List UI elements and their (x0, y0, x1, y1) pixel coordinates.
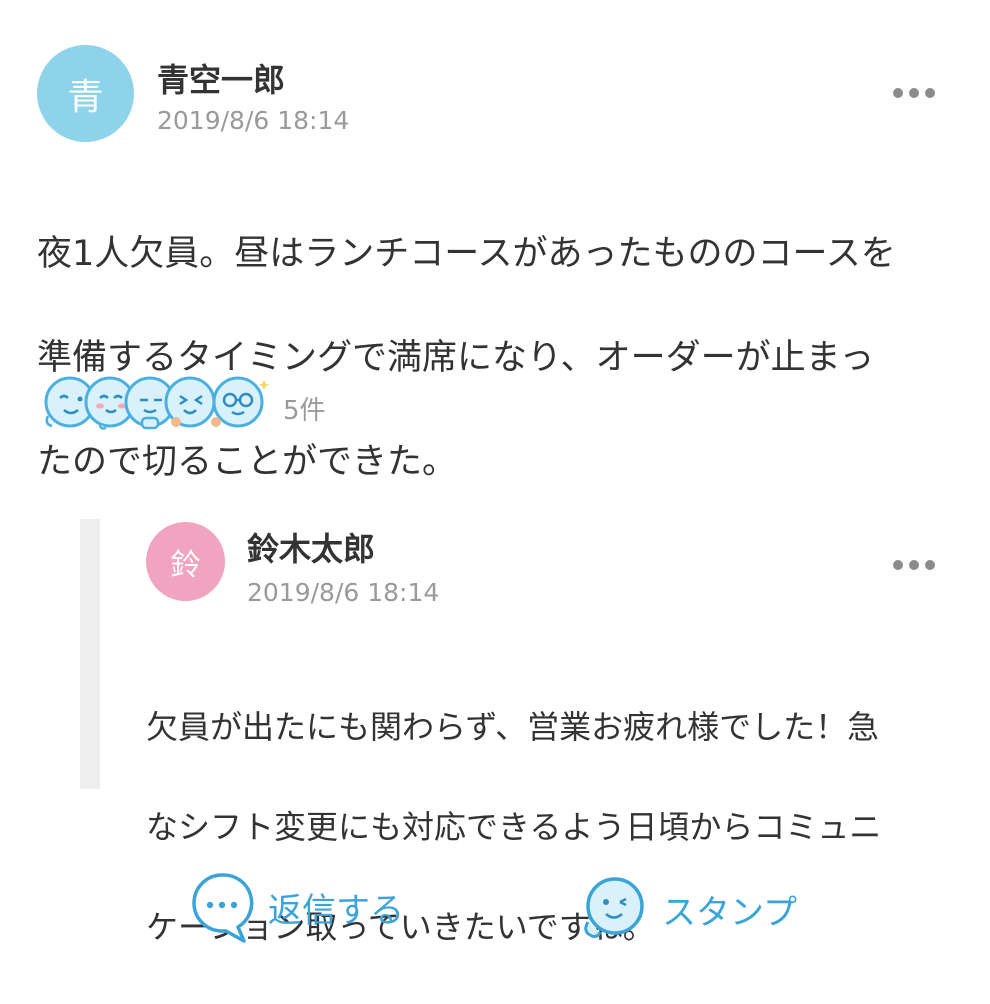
post-body: 夜1人欠員。昼はランチコースがあったもののコースを 準備するタイミングで満席にな… (37, 176, 896, 540)
author-name[interactable]: 青空一郎 (157, 55, 285, 101)
reply-thread-bar (80, 519, 100, 789)
reply-author-name[interactable]: 鈴木太郎 (247, 524, 375, 570)
author-avatar-initial: 青 (67, 76, 104, 118)
stamp-face-glasses-icon (211, 376, 270, 428)
reply-button-label: 返信する (268, 890, 404, 931)
stamp-button[interactable]: スタンプ (578, 874, 797, 944)
reply-body-line: なシフト変更にも対応できるよう日頃からコミュニ (146, 808, 882, 846)
stamp-button-label: スタンプ (662, 892, 797, 933)
reply-body-line: 欠員が出たにも関わらず、営業お疲れ様でした！急 (146, 708, 880, 746)
author-avatar[interactable]: 青 (37, 45, 134, 142)
more-dots-icon (893, 560, 903, 570)
reply-timestamp: 2019/8/6 18:14 (247, 578, 440, 607)
stamp-face-cheer-icon (164, 376, 216, 428)
reply-more-button[interactable] (889, 556, 939, 574)
reply-body: 欠員が出たにも関わらず、営業お疲れ様でした！急 なシフト変更にも対応できるよう日… (146, 652, 881, 1002)
smiley-face-icon (584, 877, 644, 938)
reply-author-avatar[interactable]: 鈴 (146, 522, 225, 601)
reply-avatar-initial: 鈴 (170, 547, 201, 583)
post-body-line: 夜1人欠員。昼はランチコースがあったもののコースを (37, 234, 896, 274)
post-timestamp: 2019/8/6 18:14 (157, 106, 350, 135)
post-body-line: たので切ることができた。 (37, 442, 458, 482)
speech-bubble-icon (192, 873, 254, 943)
stamp-reactions[interactable] (40, 372, 272, 434)
more-dots-icon (893, 88, 903, 98)
reply-button[interactable]: 返信する (190, 871, 404, 943)
post-more-button[interactable] (889, 84, 939, 102)
stamp-count[interactable]: 5件 (283, 390, 326, 427)
